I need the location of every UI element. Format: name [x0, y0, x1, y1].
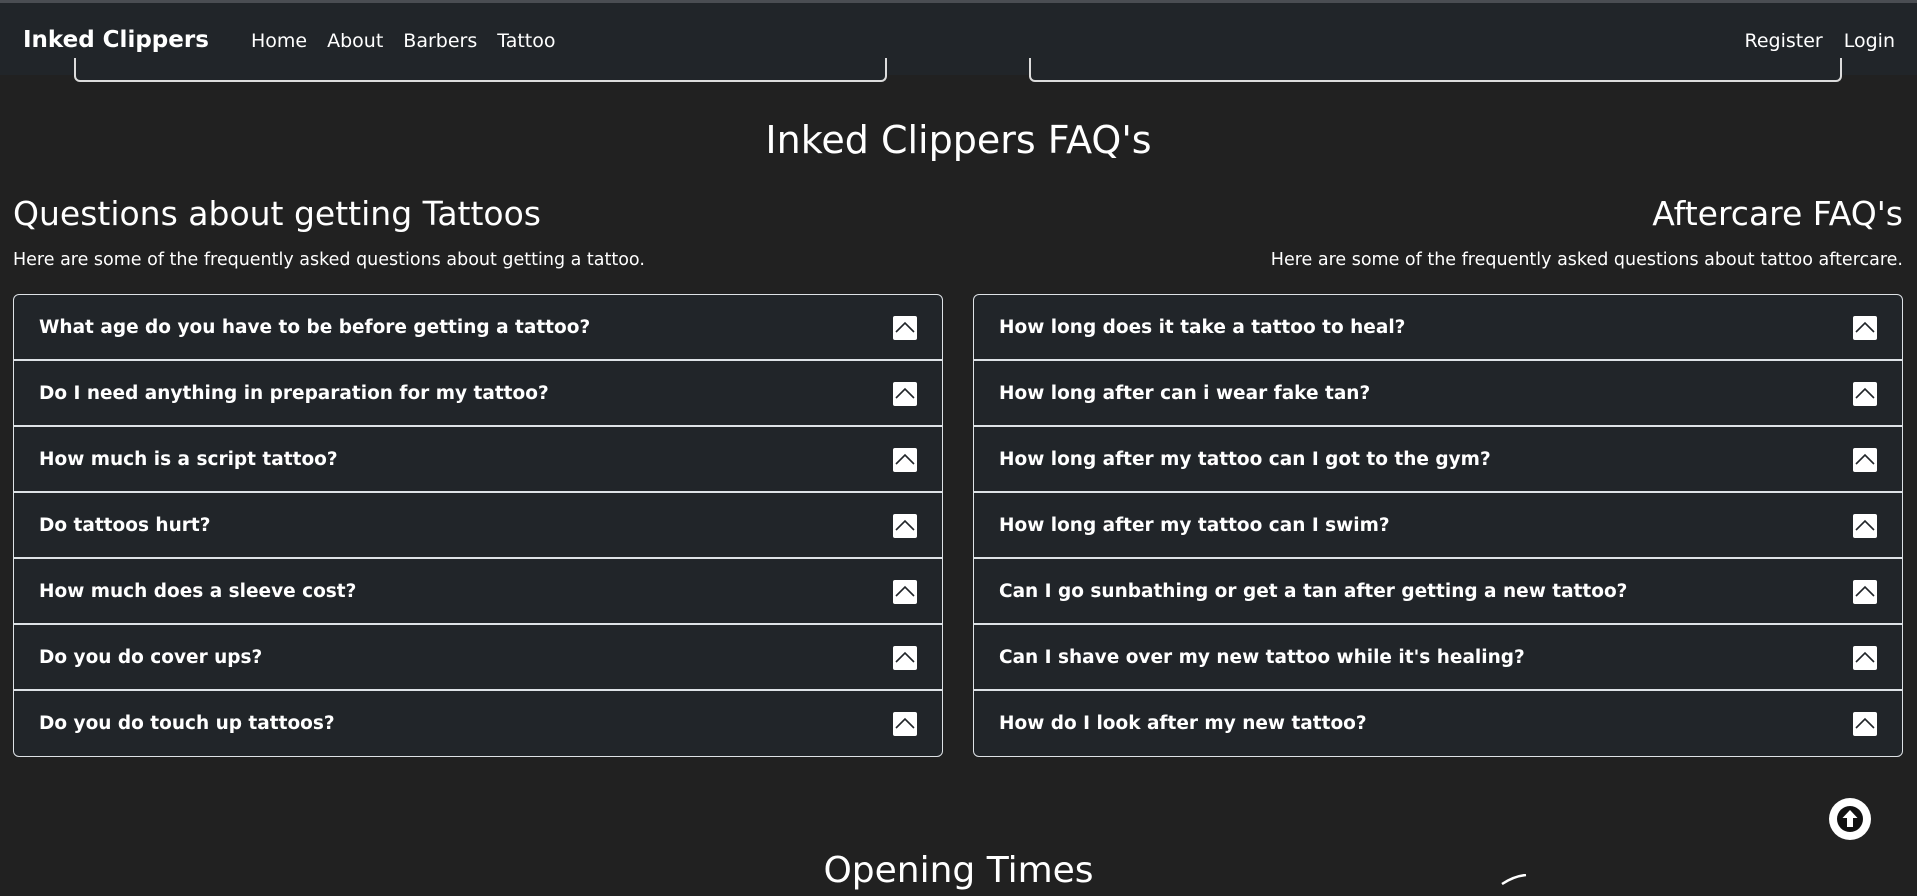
aftercare-subtitle: Here are some of the frequently asked qu…: [1270, 250, 1903, 270]
accordion-item[interactable]: Do you do cover ups?: [14, 625, 942, 691]
accordion-question: How long after my tattoo can I swim?: [999, 515, 1390, 536]
accordion-question: Can I go sunbathing or get a tan after g…: [999, 581, 1628, 602]
chevron-up-icon[interactable]: [1853, 580, 1877, 604]
scroll-to-top-button[interactable]: [1829, 798, 1871, 840]
chevron-up-icon[interactable]: [1853, 316, 1877, 340]
chevron-up-icon[interactable]: [1853, 514, 1877, 538]
accordion-question: How do I look after my new tattoo?: [999, 713, 1367, 734]
accordion-question: How long after can i wear fake tan?: [999, 383, 1371, 404]
accordion-question: Do tattoos hurt?: [39, 515, 211, 536]
nav-register-link[interactable]: Register: [1745, 29, 1823, 53]
accordion-question: Do you do touch up tattoos?: [39, 713, 335, 734]
tattoo-faq-accordion: What age do you have to be before gettin…: [13, 294, 943, 757]
chevron-up-icon[interactable]: [893, 712, 917, 736]
accordion-item[interactable]: Can I shave over my new tattoo while it'…: [974, 625, 1902, 691]
accordion-item[interactable]: How long after my tattoo can I got to th…: [974, 427, 1902, 493]
card-bottom-edge-right: [1029, 58, 1842, 82]
accordion-item[interactable]: Do tattoos hurt?: [14, 493, 942, 559]
accordion-item[interactable]: Do you do touch up tattoos?: [14, 691, 942, 756]
accordion-item[interactable]: How long after my tattoo can I swim?: [974, 493, 1902, 559]
nav-links: Home About Barbers Tattoo: [251, 29, 556, 53]
nav-about-link[interactable]: About: [327, 29, 383, 53]
faq-page-title: Inked Clippers FAQ's: [765, 118, 1152, 162]
chevron-up-icon[interactable]: [893, 382, 917, 406]
chevron-up-icon[interactable]: [1853, 712, 1877, 736]
chevron-up-icon[interactable]: [1853, 382, 1877, 406]
accordion-item[interactable]: How long does it take a tattoo to heal?: [974, 295, 1902, 361]
tattoo-questions-subtitle: Here are some of the frequently asked qu…: [13, 250, 645, 270]
nav-tattoo-link[interactable]: Tattoo: [497, 29, 555, 53]
accordion-question: Do I need anything in preparation for my…: [39, 383, 549, 404]
accordion-item[interactable]: How much is a script tattoo?: [14, 427, 942, 493]
chevron-up-icon[interactable]: [893, 580, 917, 604]
accordion-question: Do you do cover ups?: [39, 647, 263, 668]
nav-auth-links: Register Login: [1745, 29, 1896, 53]
chevron-up-icon[interactable]: [1853, 646, 1877, 670]
chevron-up-icon[interactable]: [893, 514, 917, 538]
nav-barbers-link[interactable]: Barbers: [403, 29, 477, 53]
chevron-up-icon[interactable]: [1853, 448, 1877, 472]
decorative-curve-icon: [1501, 874, 1527, 885]
nav-home-link[interactable]: Home: [251, 29, 307, 53]
accordion-item[interactable]: Do I need anything in preparation for my…: [14, 361, 942, 427]
card-bottom-edge-left: [74, 58, 887, 82]
accordion-question: How long after my tattoo can I got to th…: [999, 449, 1491, 470]
chevron-up-icon[interactable]: [893, 316, 917, 340]
aftercare-heading: Aftercare FAQ's: [1652, 194, 1903, 233]
brand-logo[interactable]: Inked Clippers: [23, 26, 209, 54]
accordion-item[interactable]: How long after can i wear fake tan?: [974, 361, 1902, 427]
arrow-up-circle-icon: [1837, 806, 1863, 832]
accordion-question: How long does it take a tattoo to heal?: [999, 317, 1406, 338]
accordion-question: What age do you have to be before gettin…: [39, 317, 591, 338]
nav-login-link[interactable]: Login: [1844, 29, 1895, 53]
accordion-question: How much is a script tattoo?: [39, 449, 338, 470]
accordion-question: How much does a sleeve cost?: [39, 581, 357, 602]
accordion-item[interactable]: What age do you have to be before gettin…: [14, 295, 942, 361]
accordion-item[interactable]: How do I look after my new tattoo?: [974, 691, 1902, 756]
opening-times-heading: Opening Times: [823, 850, 1094, 891]
accordion-item[interactable]: Can I go sunbathing or get a tan after g…: [974, 559, 1902, 625]
accordion-item[interactable]: How much does a sleeve cost?: [14, 559, 942, 625]
chevron-up-icon[interactable]: [893, 646, 917, 670]
accordion-question: Can I shave over my new tattoo while it'…: [999, 647, 1525, 668]
tattoo-questions-heading: Questions about getting Tattoos: [13, 194, 541, 233]
aftercare-faq-accordion: How long does it take a tattoo to heal? …: [973, 294, 1903, 757]
chevron-up-icon[interactable]: [893, 448, 917, 472]
